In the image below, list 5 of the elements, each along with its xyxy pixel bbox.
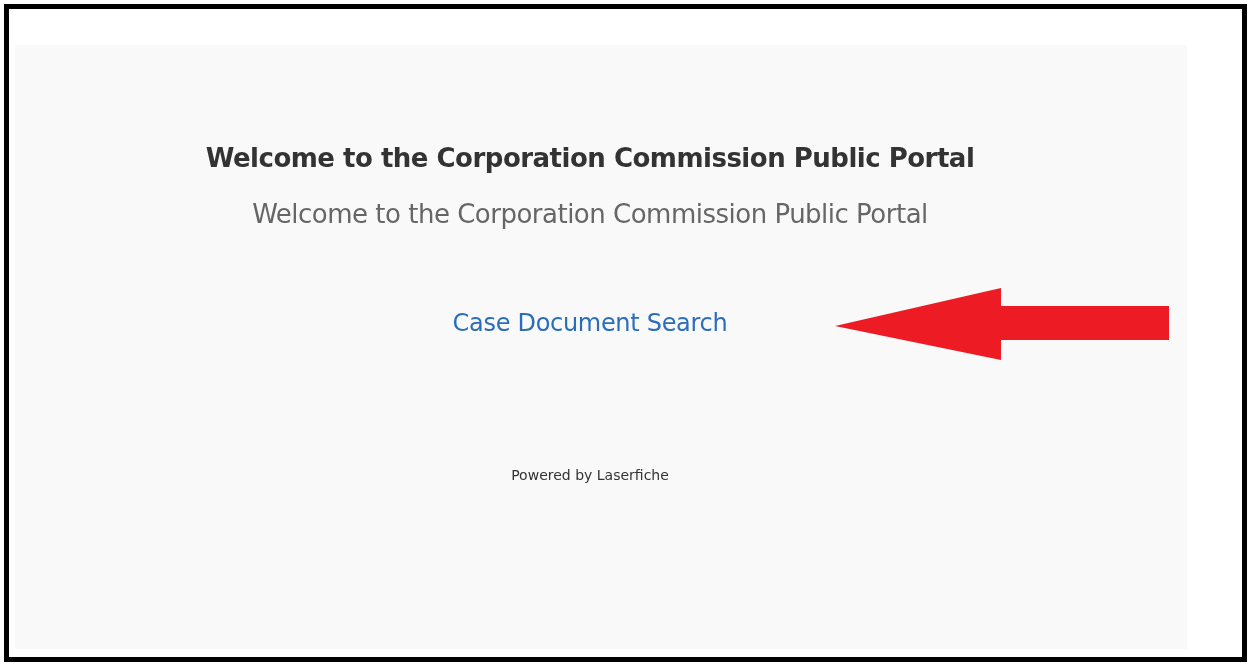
arrow-icon bbox=[834, 288, 1169, 360]
search-link[interactable]: Case Document Search bbox=[452, 309, 728, 337]
portal-title: Welcome to the Corporation Commission Public Portal bbox=[205, 143, 975, 173]
portal-subtitle: Welcome to the Corporation Commission Public Portal bbox=[252, 199, 928, 229]
footer-text: Powered by Laserfiche bbox=[511, 467, 669, 483]
